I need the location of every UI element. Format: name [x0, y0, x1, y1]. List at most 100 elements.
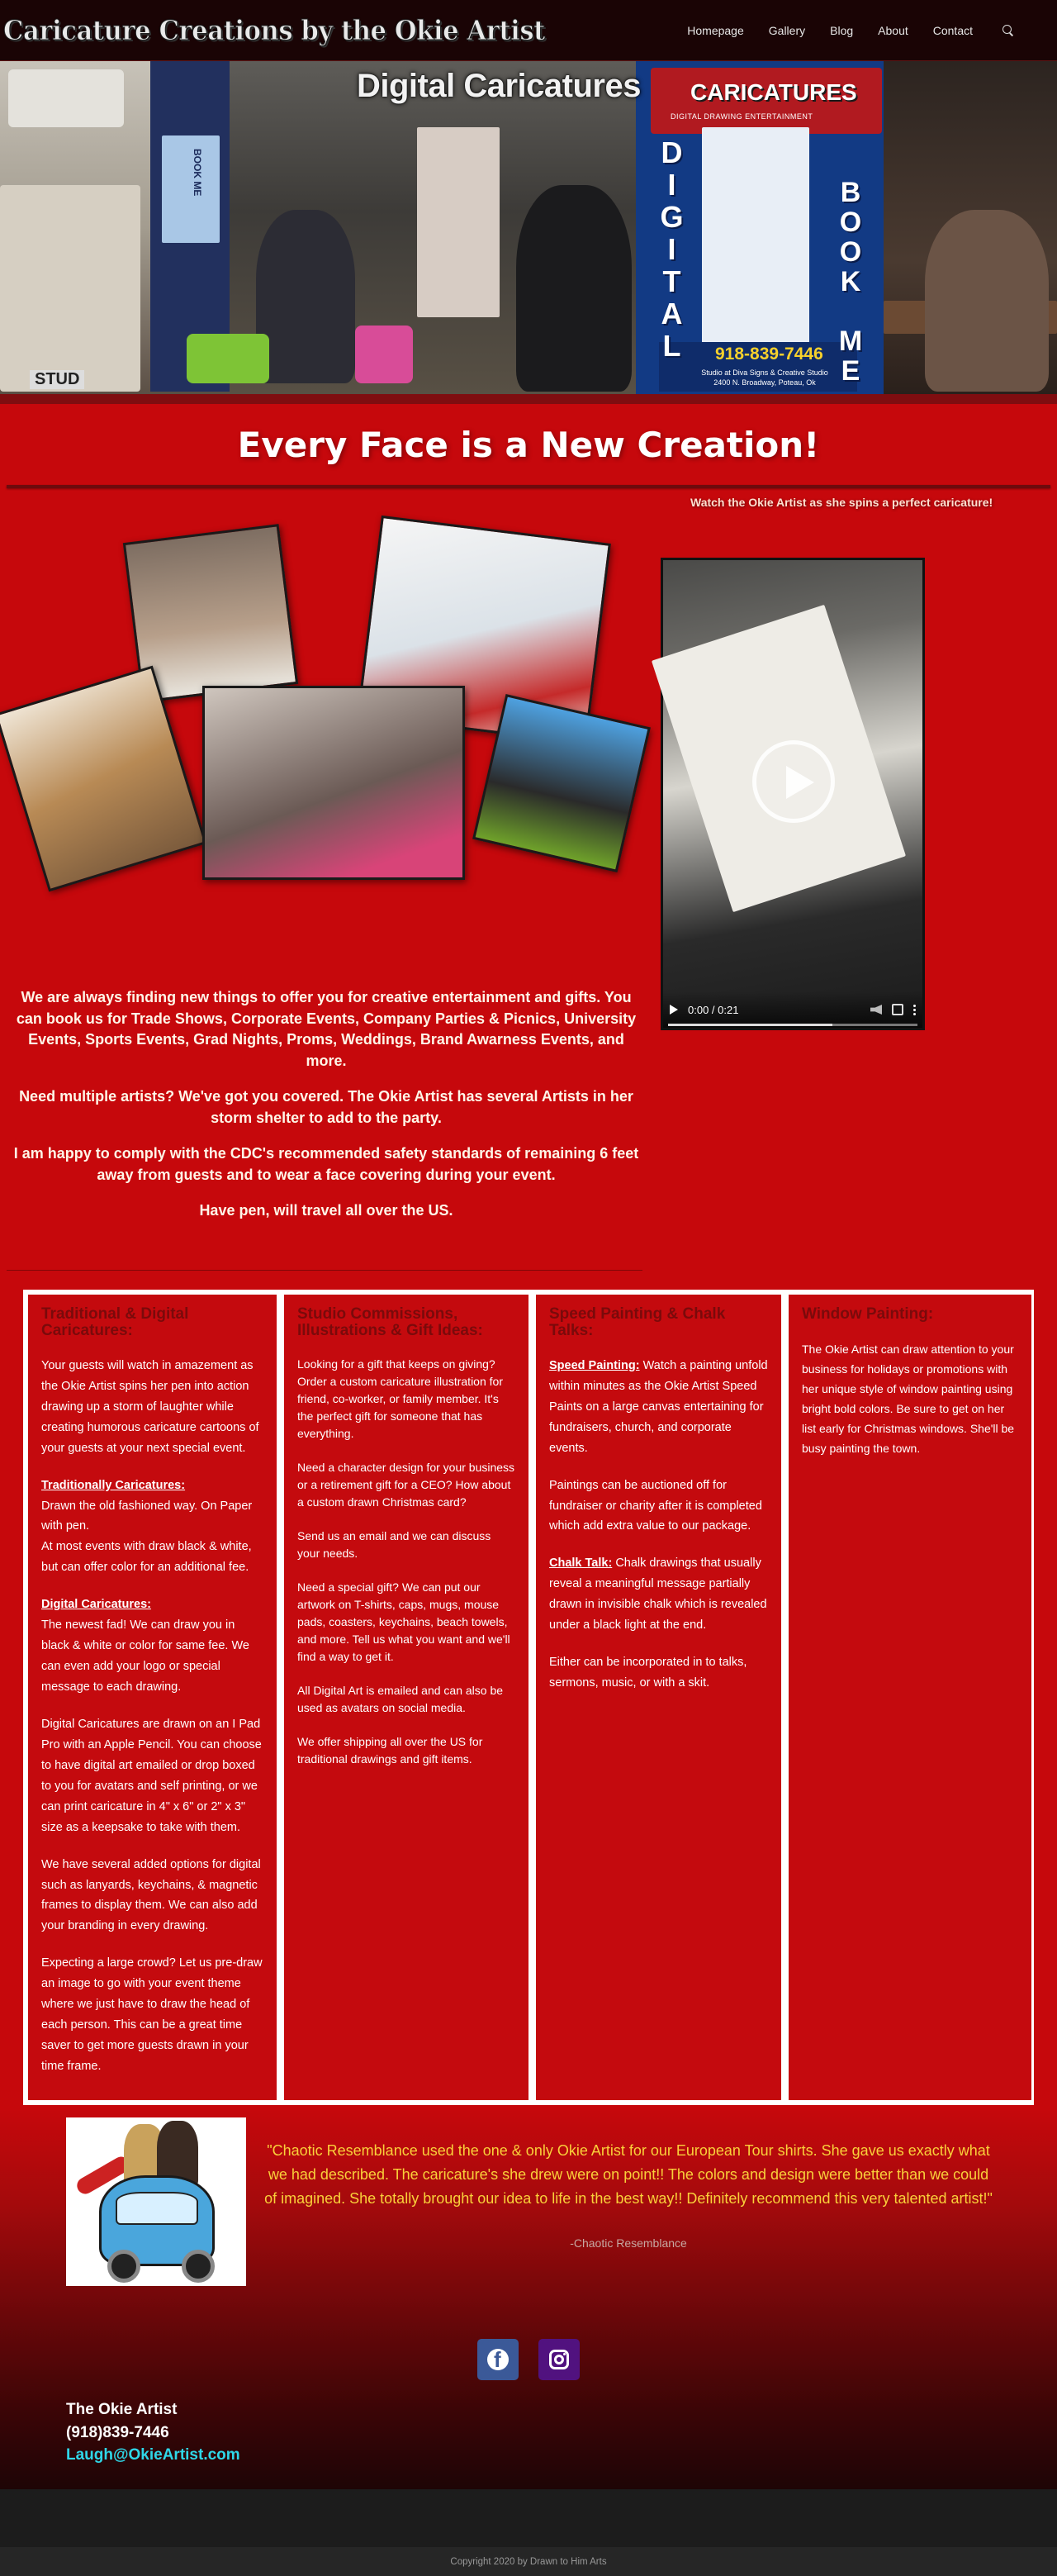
video-time: 0:00 / 0:21 — [688, 1003, 739, 1016]
service-paragraph: We offer shipping all over the US for tr… — [297, 1734, 483, 1766]
booth-screen-shape — [162, 135, 220, 243]
contact-name: The Okie Artist — [66, 2401, 178, 2418]
hero-section: Every Face is a New Creation! — [0, 404, 1057, 485]
nav-blog[interactable]: Blog — [830, 24, 853, 37]
intro-text: We are always finding new things to offe… — [10, 987, 642, 1237]
services-columns: Traditional & Digital Caricatures: Your g… — [23, 1290, 1034, 2105]
play-icon[interactable] — [670, 1005, 678, 1015]
service-subheading: Speed Painting: — [549, 1358, 640, 1372]
booth-bookme-label: BOOK ME — [192, 149, 203, 197]
banner-title: Digital Caricatures — [357, 68, 641, 104]
intro-paragraph: We are always finding new things to offe… — [16, 989, 637, 1069]
service-paragraph: Expecting a large crowd? Let us pre-draw… — [41, 1956, 263, 2073]
intro-paragraph: Need multiple artists? We've got you cov… — [19, 1088, 633, 1126]
contact-phone[interactable]: (918)839-7446 — [66, 2422, 240, 2445]
service-paragraph: Your guests will watch in amazement as t… — [41, 1358, 259, 1455]
service-paragraph: We have several added options for digita… — [41, 1857, 261, 1933]
nav-homepage[interactable]: Homepage — [687, 24, 744, 37]
couple-figure — [925, 210, 1049, 392]
banner-studio-address: Studio at Diva Signs & Creative Studio 2… — [701, 368, 828, 387]
framed-caricature-shape — [702, 127, 809, 350]
caricature-video-player[interactable]: 0:00 / 0:21 — [651, 558, 925, 1030]
banner-caricatures-text: CARICATURES — [690, 79, 857, 105]
banner-phone: 918-839-7446 — [715, 345, 823, 364]
footer-bar: Copyright 2020 by Drawn to Him Arts — [0, 2547, 1057, 2576]
fullscreen-icon[interactable] — [892, 1004, 903, 1015]
testimonial-author: -Chaotic Resemblance — [570, 2236, 687, 2250]
printer-shape — [8, 69, 124, 127]
collage-photo-candy-jar — [0, 665, 207, 892]
hero-rule — [7, 485, 1050, 488]
pink-chair-shape — [355, 326, 413, 383]
site-logo[interactable]: Caricature Creations by the Okie Artist — [3, 14, 546, 47]
facebook-icon — [487, 2349, 509, 2370]
volume-icon[interactable] — [870, 1005, 882, 1015]
service-paragraph: Speed Painting: Watch a painting unfold … — [549, 1356, 768, 1459]
intro-rule — [7, 1270, 642, 1271]
wheel-shape — [107, 2250, 140, 2283]
collage-photo-pet — [472, 694, 651, 872]
video-caption: Watch the Okie Artist as she spins a per… — [690, 496, 993, 509]
nav-contact[interactable]: Contact — [933, 24, 973, 37]
service-subheading: Traditionally Caricatures: — [41, 1478, 186, 1492]
service-subheading: Digital Caricatures: — [41, 1598, 151, 1612]
facebook-button[interactable] — [477, 2339, 519, 2380]
van-window-shape — [116, 2192, 198, 2225]
green-chair-shape — [187, 334, 269, 383]
testimonial-quote: "Chaotic Resemblance used the one & only… — [264, 2142, 993, 2207]
banner-bookme-vertical: BOOK ME — [835, 177, 866, 385]
main-nav: Homepage Gallery Blog About Contact — [687, 24, 1014, 37]
service-heading: Studio Commissions, Illustrations & Gift… — [297, 1305, 483, 1339]
caricature-print-shape — [0, 185, 140, 392]
contact-email-link[interactable]: Laugh@OkieArtist.com — [66, 2446, 240, 2464]
instagram-icon — [549, 2350, 569, 2369]
contact-block: The Okie Artist (918)839-7446 Laugh@Okie… — [66, 2398, 240, 2467]
stud-sign: STUD — [30, 370, 85, 389]
service-text: Watch a painting unfold within minutes a… — [549, 1358, 768, 1455]
service-heading: Traditional & Digital Caricatures: — [41, 1305, 189, 1339]
copyright-text: Copyright 2020 by Drawn to Him Arts — [450, 2556, 607, 2567]
service-text: Drawn the old fashioned way. On Paper wi… — [41, 1499, 253, 1575]
service-col-window-painting: Window Painting: The Okie Artist can draw… — [789, 1295, 1031, 2100]
video-controls: 0:00 / 0:21 — [663, 991, 922, 1028]
wheel-shape — [182, 2250, 215, 2283]
collage-photo-booth-group — [202, 686, 465, 880]
service-paragraph: Traditionally Caricatures: Drawn the old … — [41, 1476, 263, 1579]
intro-paragraph: Have pen, will travel all over the US. — [199, 1202, 453, 1219]
service-paragraph: Either can be incorporated in to talks, … — [549, 1656, 747, 1690]
hero-banner-image: Digital Caricatures CARICATURES DIGITAL … — [0, 61, 1057, 394]
banner-tagline: DIGITAL DRAWING ENTERTAINMENT — [671, 112, 813, 121]
service-col-traditional-digital: Traditional & Digital Caricatures: Your g… — [28, 1295, 277, 2100]
video-play-icon[interactable] — [752, 740, 835, 823]
hero-divider-strip — [0, 394, 1057, 404]
service-paragraph: Paintings can be auctioned off for fundr… — [549, 1478, 762, 1533]
service-paragraph: Need a character design for your busines… — [297, 1460, 515, 1509]
service-col-studio-commissions: Studio Commissions, Illustrations & Gift… — [284, 1295, 528, 2100]
social-links — [0, 2339, 1057, 2380]
service-paragraph: Digital Caricatures: The newest fad! We c… — [41, 1595, 263, 1698]
video-progress-bar[interactable] — [668, 1024, 917, 1026]
poster-stand-shape — [417, 127, 500, 317]
service-col-speed-painting: Speed Painting & Chalk Talks: Speed Paint… — [536, 1295, 781, 2100]
service-paragraph: The Okie Artist can draw attention to yo… — [802, 1342, 1015, 1456]
service-text: The newest fad! We can draw you in black… — [41, 1618, 249, 1694]
artist-figure — [516, 185, 632, 392]
footer-widget-area — [0, 2489, 1057, 2547]
service-paragraph: All Digital Art is emailed and can also … — [297, 1683, 504, 1714]
search-icon[interactable] — [1002, 24, 1014, 36]
nav-gallery[interactable]: Gallery — [769, 24, 805, 37]
guest-figure — [256, 210, 355, 383]
site-header: Caricature Creations by the Okie Artist … — [0, 0, 1057, 61]
service-subheading: Chalk Talk: — [549, 1557, 613, 1571]
service-paragraph: Looking for a gift that keeps on giving?… — [297, 1357, 503, 1440]
instagram-button[interactable] — [538, 2339, 580, 2380]
banner-digital-vertical: DIGITAL — [655, 135, 689, 361]
service-heading: Speed Painting & Chalk Talks: — [549, 1305, 726, 1339]
testimonial-caricature-image — [66, 2117, 246, 2286]
nav-about[interactable]: About — [878, 24, 908, 37]
more-options-icon[interactable] — [913, 1004, 916, 1015]
intro-paragraph: I am happy to comply with the CDC's reco… — [13, 1145, 639, 1183]
service-paragraph: Chalk Talk: Chalk drawings that usually … — [549, 1553, 768, 1636]
service-heading: Window Painting: — [802, 1305, 934, 1323]
service-paragraph: Send us an email and we can discuss your… — [297, 1528, 491, 1560]
